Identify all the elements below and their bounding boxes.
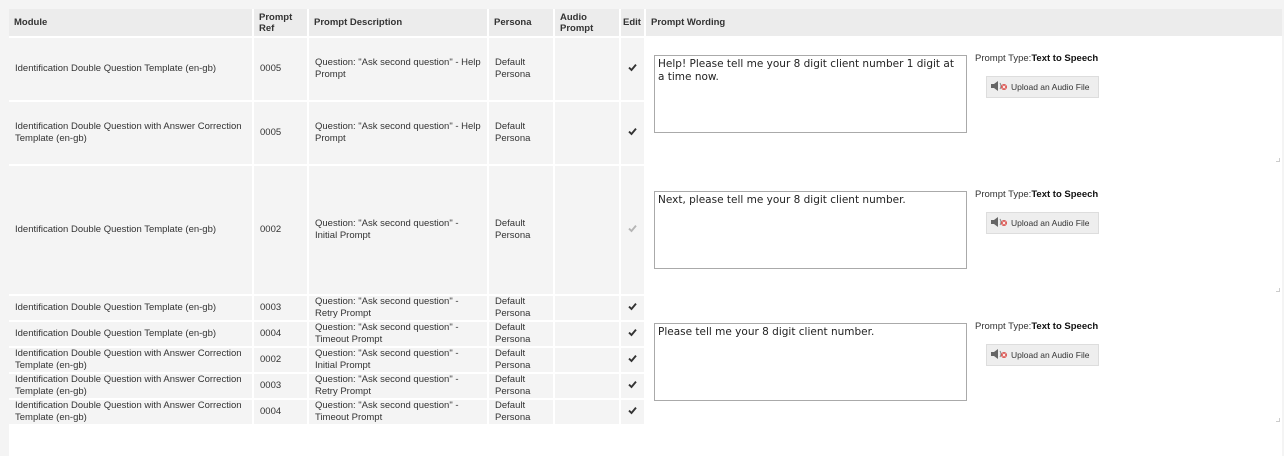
module-cell: Identification Double Question Template … [9,166,252,294]
edit-checkbox[interactable] [628,127,637,136]
edit-cell [621,38,644,100]
edit-checkbox[interactable] [628,354,637,363]
audio-prompt-cell [555,102,619,164]
prompt-wording-cell: Prompt Type:Text to Speech Upload an Audi… [646,166,1282,294]
header-module[interactable]: Module [9,9,252,36]
edit-checkbox [628,224,637,233]
prompt-type-label: Prompt Type:Text to Speech [975,321,1098,332]
prompt-wording-cell: Prompt Type:Text to Speech Upload an Audi… [646,296,1282,424]
persona-cell: Default Persona [489,166,553,294]
prompt-type-value: Text to Speech [1031,53,1099,64]
upload-audio-label: Upload an Audio File [1011,350,1090,360]
persona-cell: Default Persona [489,322,553,346]
prompt-description-cell: Question: "Ask second question" - Initia… [309,348,487,372]
prompt-ref-cell: 0003 [254,296,307,320]
prompt-type-caption: Prompt Type: [975,189,1032,200]
module-cell: Identification Double Question Template … [9,296,252,320]
upload-audio-button[interactable]: Upload an Audio File [986,344,1099,366]
resize-handle [1276,158,1280,162]
prompt-ref-cell: 0002 [254,348,307,372]
prompt-description-cell: Question: "Ask second question" - Initia… [309,166,487,294]
speaker-upload-icon [991,81,1007,93]
prompt-ref-cell: 0005 [254,38,307,100]
prompt-type-value: Text to Speech [1031,321,1099,332]
upload-audio-button[interactable]: Upload an Audio File [986,212,1099,234]
header-persona[interactable]: Persona [489,9,553,36]
header-audio-prompt[interactable]: Audio Prompt [555,9,619,36]
module-cell: Identification Double Question Template … [9,322,252,346]
prompt-wording-textarea[interactable] [654,55,967,133]
audio-prompt-cell [555,348,619,372]
table-row: Identification Double Question Template … [9,296,1282,424]
persona-cell: Default Persona [489,102,553,164]
prompt-ref-cell: 0005 [254,102,307,164]
audio-prompt-cell [555,296,619,320]
persona-cell: Default Persona [489,296,553,320]
audio-prompt-cell [555,322,619,346]
edit-cell [621,400,644,424]
speaker-upload-icon [991,349,1007,361]
audio-prompt-cell [555,166,619,294]
prompt-description-cell: Question: "Ask second question" - Timeou… [309,400,487,424]
persona-cell: Default Persona [489,400,553,424]
prompt-type-label: Prompt Type:Text to Speech [975,53,1098,64]
edit-cell [621,102,644,164]
upload-audio-label: Upload an Audio File [1011,218,1090,228]
prompt-type-label: Prompt Type:Text to Speech [975,189,1098,200]
prompt-table: Module Prompt Ref Prompt Description Per… [7,7,1284,426]
edit-cell [621,374,644,398]
audio-prompt-cell [555,400,619,424]
module-cell: Identification Double Question with Answ… [9,374,252,398]
table-row: Identification Double Question Template … [9,166,1282,294]
edit-checkbox[interactable] [628,302,637,311]
prompt-description-cell: Question: "Ask second question" - Retry … [309,374,487,398]
edit-checkbox[interactable] [628,380,637,389]
edit-checkbox[interactable] [628,328,637,337]
prompt-ref-cell: 0002 [254,166,307,294]
persona-cell: Default Persona [489,374,553,398]
prompt-type-caption: Prompt Type: [975,53,1032,64]
edit-cell [621,296,644,320]
edit-cell [621,348,644,372]
edit-cell [621,322,644,346]
header-prompt-description[interactable]: Prompt Description [309,9,487,36]
persona-cell: Default Persona [489,38,553,100]
header-prompt-ref[interactable]: Prompt Ref [254,9,307,36]
module-cell: Identification Double Question Template … [9,38,252,100]
prompt-ref-cell: 0004 [254,400,307,424]
prompt-wording-cell: Prompt Type:Text to Speech Upload an Audi… [646,38,1282,164]
module-cell: Identification Double Question with Answ… [9,102,252,164]
edit-cell [621,166,644,294]
module-cell: Identification Double Question with Answ… [9,348,252,372]
header-prompt-wording[interactable]: Prompt Wording [646,9,1282,36]
table-row: Identification Double Question Template … [9,38,1282,164]
header-edit[interactable]: Edit [621,9,644,36]
prompt-ref-cell: 0003 [254,374,307,398]
prompt-ref-cell: 0004 [254,322,307,346]
prompt-description-cell: Question: "Ask second question" - Help P… [309,102,487,164]
prompt-table-panel: Module Prompt Ref Prompt Description Per… [9,9,1282,456]
prompt-type-value: Text to Speech [1031,189,1099,200]
prompt-wording-textarea[interactable] [654,191,967,269]
upload-audio-label: Upload an Audio File [1011,82,1090,92]
prompt-type-caption: Prompt Type: [975,321,1032,332]
edit-checkbox[interactable] [628,406,637,415]
resize-handle [1276,288,1280,292]
upload-audio-button[interactable]: Upload an Audio File [986,76,1099,98]
persona-cell: Default Persona [489,348,553,372]
prompt-description-cell: Question: "Ask second question" - Help P… [309,38,487,100]
speaker-upload-icon [991,217,1007,229]
resize-handle [1276,418,1280,422]
edit-checkbox[interactable] [628,63,637,72]
prompt-description-cell: Question: "Ask second question" - Timeou… [309,322,487,346]
module-cell: Identification Double Question with Answ… [9,400,252,424]
audio-prompt-cell [555,374,619,398]
audio-prompt-cell [555,38,619,100]
prompt-description-cell: Question: "Ask second question" - Retry … [309,296,487,320]
prompt-wording-textarea[interactable] [654,323,967,401]
